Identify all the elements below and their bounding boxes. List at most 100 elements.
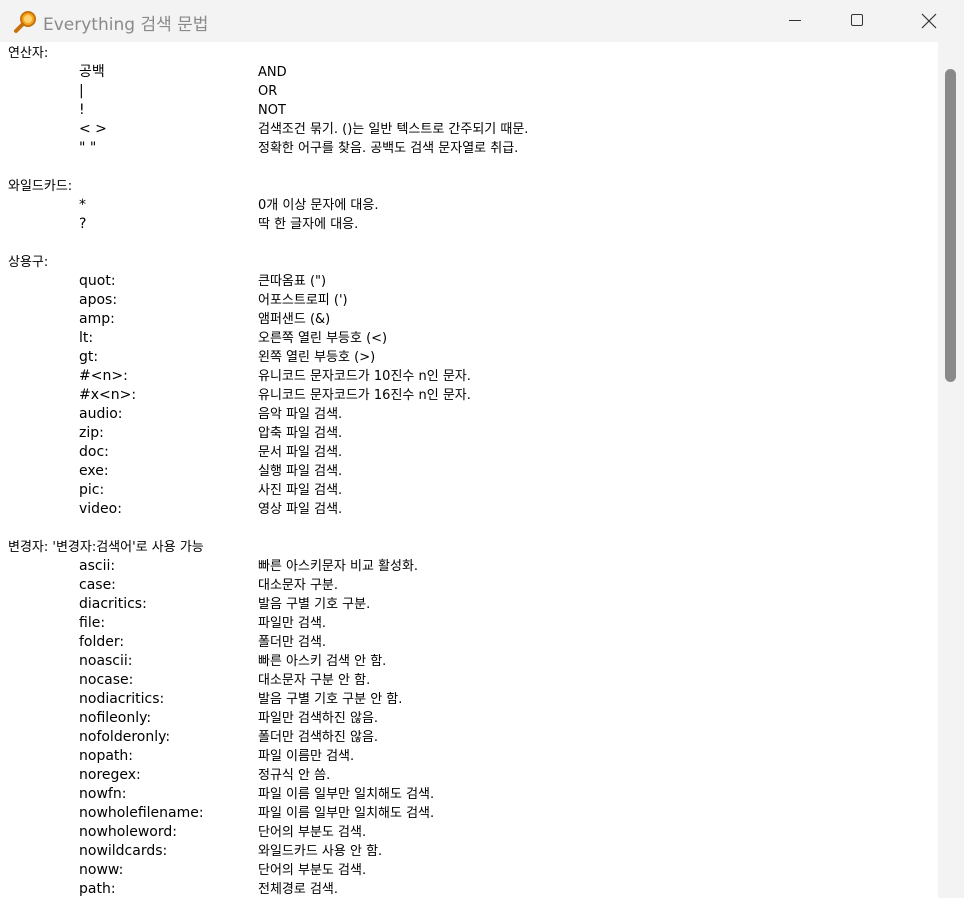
syntax-row: audio: 음악 파일 검색. <box>8 405 933 424</box>
syntax-key: nofolderonly: <box>79 729 171 745</box>
syntax-row: ascii: 빠른 아스키문자 비교 활성화. <box>8 557 933 576</box>
app-window: Everything 검색 문법 연산자: 공백 AND | OR ! NOT < > 검색조건… <box>0 0 964 898</box>
syntax-description: 왼쪽 열린 부등호 (>) <box>258 350 376 365</box>
syntax-key: " " <box>79 140 97 156</box>
syntax-key: #x<n>: <box>79 387 137 403</box>
syntax-description: 0개 이상 문자에 대응. <box>258 198 379 213</box>
syntax-key: nowholeword: <box>79 824 177 840</box>
syntax-description: 정확한 어구를 찾음. 공백도 검색 문자열로 취급. <box>258 141 519 156</box>
syntax-description: 대소문자 구분. <box>258 578 339 593</box>
syntax-row: quot: 큰따옴표 (") <box>8 272 933 291</box>
syntax-row: nowholefilename: 파일 이름 일부만 일치해도 검색. <box>8 804 933 823</box>
syntax-row: pic: 사진 파일 검색. <box>8 481 933 500</box>
syntax-key: #<n>: <box>79 368 128 384</box>
syntax-key: nodiacritics: <box>79 691 165 707</box>
scrollbar-thumb[interactable] <box>945 69 956 382</box>
title-bar[interactable]: Everything 검색 문법 <box>0 0 964 42</box>
syntax-row: " " 정확한 어구를 찾음. 공백도 검색 문자열로 취급. <box>8 139 933 158</box>
syntax-key: amp: <box>79 311 115 327</box>
syntax-row: 공백 AND <box>8 63 933 82</box>
syntax-key: < > <box>79 121 107 137</box>
syntax-description: 오른쪽 열린 부등호 (<) <box>258 331 388 346</box>
syntax-key: ascii: <box>79 558 116 574</box>
syntax-row: noascii: 빠른 아스키 검색 안 함. <box>8 652 933 671</box>
syntax-description: 전체경로 검색. <box>258 882 339 897</box>
syntax-key: zip: <box>79 425 104 441</box>
syntax-content: 연산자: 공백 AND | OR ! NOT < > 검색조건 묶기. ()는 일반 텍스트로 … <box>8 44 933 898</box>
syntax-row: video: 영상 파일 검색. <box>8 500 933 519</box>
syntax-key: exe: <box>79 463 109 479</box>
syntax-key: file: <box>79 615 106 631</box>
syntax-row: nowholeword: 단어의 부분도 검색. <box>8 823 933 842</box>
syntax-row: gt: 왼쪽 열린 부등호 (>) <box>8 348 933 367</box>
section-title: 와일드카드: <box>8 179 73 194</box>
syntax-key: 공백 <box>79 64 105 80</box>
syntax-description: 발음 구별 기호 구분 안 함. <box>258 692 403 707</box>
syntax-row: amp: 앰퍼샌드 (&) <box>8 310 933 329</box>
syntax-key: noascii: <box>79 653 133 669</box>
syntax-row: #<n>: 유니코드 문자코드가 10진수 n인 문자. <box>8 367 933 386</box>
syntax-row: nofileonly: 파일만 검색하진 않음. <box>8 709 933 728</box>
syntax-row: nodiacritics: 발음 구별 기호 구분 안 함. <box>8 690 933 709</box>
syntax-key: nowildcards: <box>79 843 168 859</box>
syntax-description: 유니코드 문자코드가 16진수 n인 문자. <box>258 388 471 403</box>
close-button[interactable] <box>905 0 951 42</box>
syntax-row: nocase: 대소문자 구분 안 함. <box>8 671 933 690</box>
syntax-description: 유니코드 문자코드가 10진수 n인 문자. <box>258 369 471 384</box>
syntax-description: 폴더만 검색. <box>258 635 327 650</box>
syntax-key: nopath: <box>79 748 133 764</box>
syntax-description: 파일만 검색하진 않음. <box>258 711 379 726</box>
syntax-key: nocase: <box>79 672 134 688</box>
section-title: 연산자: <box>8 46 49 61</box>
syntax-description: 대소문자 구분 안 함. <box>258 673 371 688</box>
syntax-row: diacritics: 발음 구별 기호 구분. <box>8 595 933 614</box>
syntax-key: nofileonly: <box>79 710 152 726</box>
syntax-key: | <box>79 83 84 99</box>
syntax-description: 영상 파일 검색. <box>258 502 343 517</box>
syntax-row: nofolderonly: 폴더만 검색하진 않음. <box>8 728 933 747</box>
syntax-description: 파일 이름만 검색. <box>258 749 355 764</box>
syntax-key: audio: <box>79 406 123 422</box>
syntax-row: nowfn: 파일 이름 일부만 일치해도 검색. <box>8 785 933 804</box>
section-title: 상용구: <box>8 255 49 270</box>
syntax-description: 발음 구별 기호 구분. <box>258 597 371 612</box>
syntax-row: #x<n>: 유니코드 문자코드가 16진수 n인 문자. <box>8 386 933 405</box>
syntax-description: 문서 파일 검색. <box>258 445 343 460</box>
maximize-button[interactable] <box>834 0 880 42</box>
minimize-button[interactable] <box>772 0 818 42</box>
syntax-row: * 0개 이상 문자에 대응. <box>8 196 933 215</box>
syntax-row: lt: 오른쪽 열린 부등호 (<) <box>8 329 933 348</box>
vertical-scrollbar[interactable] <box>938 42 964 898</box>
syntax-row: case: 대소문자 구분. <box>8 576 933 595</box>
syntax-row: zip: 압축 파일 검색. <box>8 424 933 443</box>
syntax-description: OR <box>258 84 278 99</box>
syntax-description: AND <box>258 65 287 80</box>
window-title: Everything 검색 문법 <box>43 15 209 35</box>
syntax-key: ? <box>79 216 87 232</box>
syntax-description: 음악 파일 검색. <box>258 407 343 422</box>
syntax-row: file: 파일만 검색. <box>8 614 933 633</box>
syntax-row: nowildcards: 와일드카드 사용 안 함. <box>8 842 933 861</box>
syntax-row: noww: 단어의 부분도 검색. <box>8 861 933 880</box>
syntax-key: doc: <box>79 444 109 460</box>
syntax-description: 파일 이름 일부만 일치해도 검색. <box>258 806 435 821</box>
syntax-row: ! NOT <box>8 101 933 120</box>
syntax-key: nowfn: <box>79 786 127 802</box>
syntax-description: 빠른 아스키문자 비교 활성화. <box>258 559 419 574</box>
close-icon <box>921 13 937 29</box>
syntax-description: 사진 파일 검색. <box>258 483 343 498</box>
syntax-key: noregex: <box>79 767 141 783</box>
syntax-text-area[interactable]: 연산자: 공백 AND | OR ! NOT < > 검색조건 묶기. ()는 일반 텍스트로 … <box>0 42 938 898</box>
syntax-description: 검색조건 묶기. ()는 일반 텍스트로 간주되기 때문. <box>258 122 529 137</box>
syntax-row: apos: 어포스트로피 (') <box>8 291 933 310</box>
syntax-row: | OR <box>8 82 933 101</box>
syntax-key: noww: <box>79 862 124 878</box>
syntax-row: doc: 문서 파일 검색. <box>8 443 933 462</box>
syntax-description: 큰따옴표 (") <box>258 274 327 289</box>
syntax-row: ? 딱 한 글자에 대응. <box>8 215 933 234</box>
syntax-description: 빠른 아스키 검색 안 함. <box>258 654 387 669</box>
syntax-description: 딱 한 글자에 대응. <box>258 217 359 232</box>
